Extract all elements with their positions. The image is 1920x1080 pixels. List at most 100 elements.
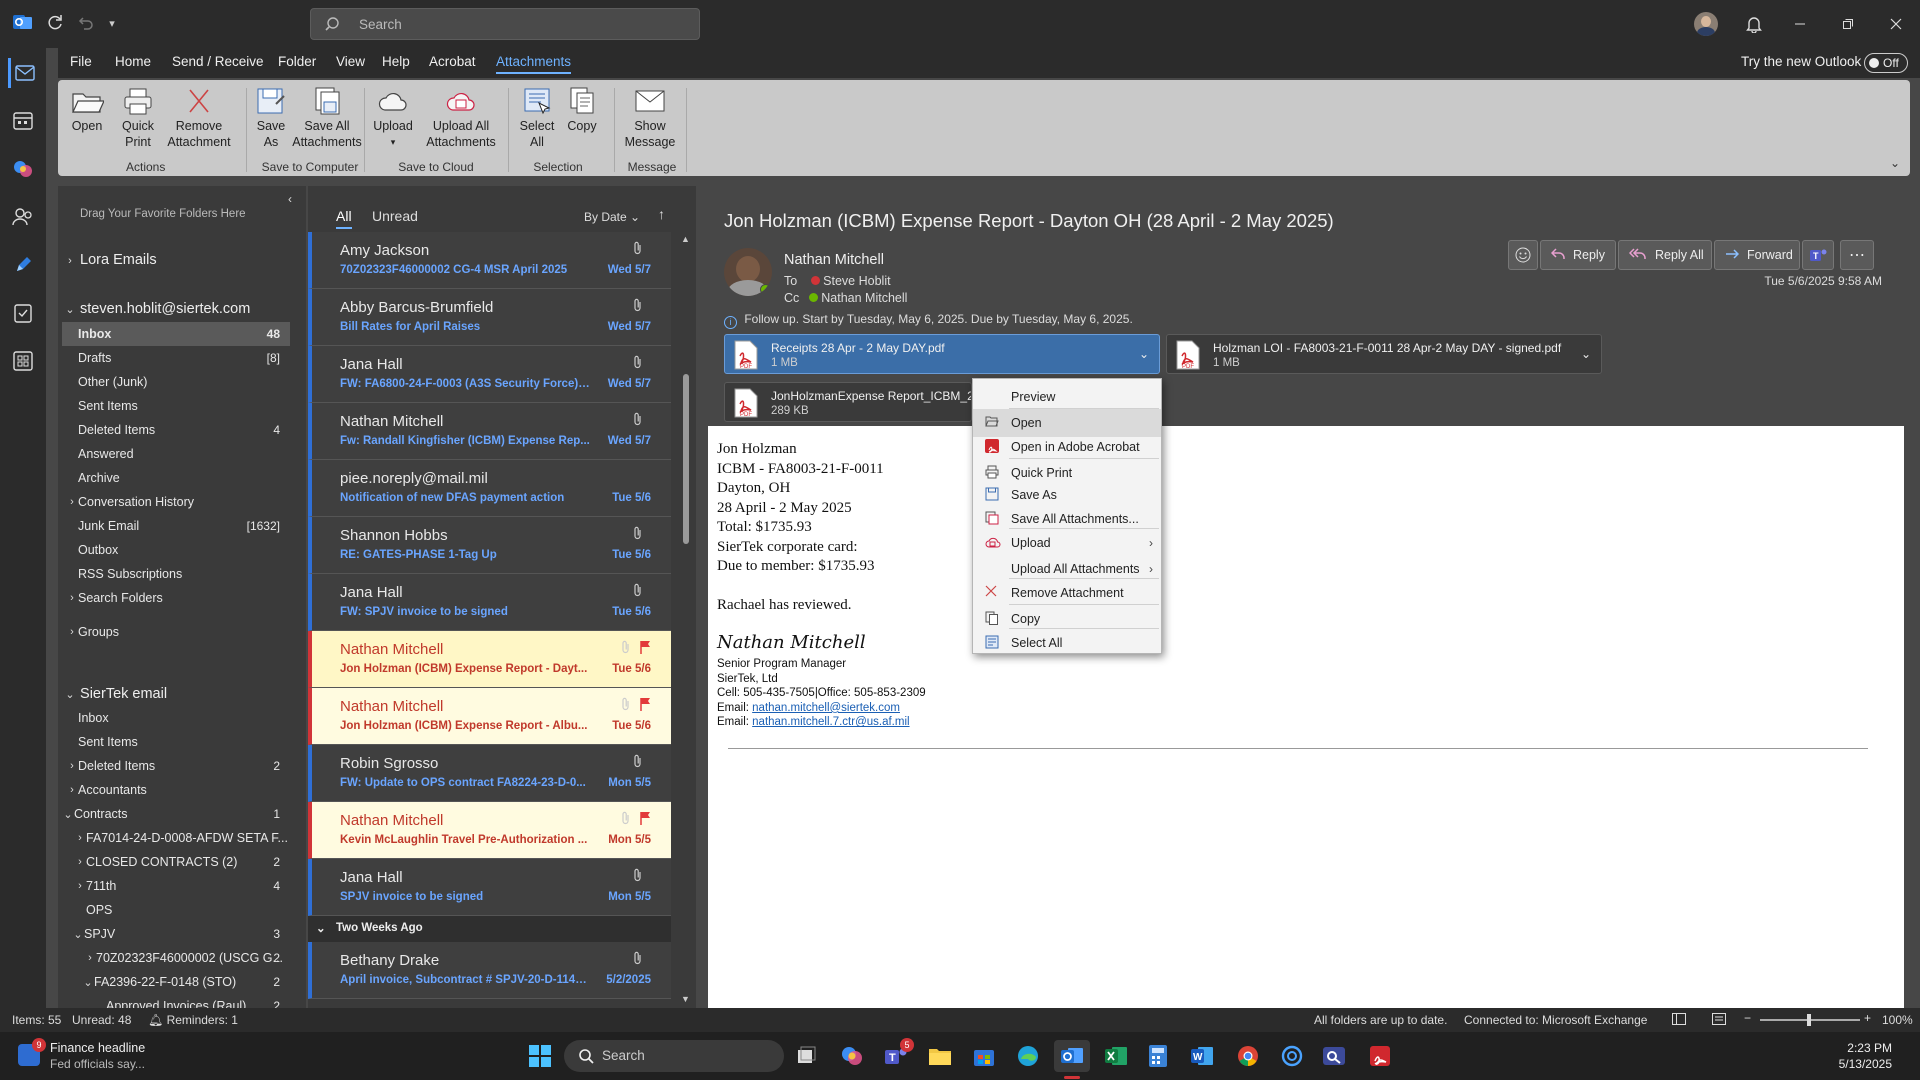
bell-icon[interactable] <box>1742 12 1766 36</box>
folder-fa2396[interactable]: ⌄ FA2396-22-F-0148 (STO) 2 <box>62 970 290 994</box>
message-item[interactable]: Bethany Drake April invoice, Subcontract … <box>308 942 671 999</box>
folder-fa7014[interactable]: › FA7014-24-D-0008-AFDW SETA F... <box>62 826 290 850</box>
status-reminders[interactable]: 🔔︎ Reminders: 1 <box>148 1013 238 1027</box>
zoom-level[interactable]: 100% <box>1882 1013 1913 1027</box>
sender-name[interactable]: Nathan Mitchell <box>784 252 884 268</box>
message-item[interactable]: Abby Barcus-Brumfield Bill Rates for Apri… <box>308 289 671 346</box>
folder-sent[interactable]: Sent Items <box>62 394 290 418</box>
normal-view-icon[interactable] <box>1672 1013 1686 1028</box>
undo-icon[interactable] <box>74 12 96 34</box>
mail-icon[interactable] <box>8 58 38 88</box>
reading-view-icon[interactable] <box>1712 1013 1726 1028</box>
tab-help[interactable]: Help <box>382 54 410 69</box>
sync-icon[interactable] <box>44 12 66 34</box>
zoom-slider[interactable] <box>1760 1014 1860 1026</box>
tab-send-receive[interactable]: Send / Receive <box>172 54 264 69</box>
reply-button[interactable]: Reply <box>1540 240 1616 270</box>
taskbar-search[interactable]: Search <box>564 1040 784 1072</box>
file-explorer-icon[interactable] <box>924 1040 956 1072</box>
folder-contracts[interactable]: ⌄ Contracts 1 <box>62 802 290 826</box>
outlook-taskbar-icon[interactable] <box>1054 1040 1090 1079</box>
forward-button[interactable]: Forward <box>1714 240 1800 270</box>
restore-button[interactable] <box>1832 10 1864 38</box>
folder-archive[interactable]: Archive <box>62 466 290 490</box>
copilot-taskbar-icon[interactable] <box>836 1040 868 1072</box>
section-header[interactable]: ⌄ Two Weeks Ago <box>308 916 671 942</box>
teams-taskbar-icon[interactable]: T 5 <box>880 1038 914 1072</box>
save-all-attachments-button[interactable]: Save All Attachments <box>284 86 370 150</box>
message-item[interactable]: Nathan Mitchell Kevin McLaughlin Travel P… <box>308 802 671 859</box>
folder-approved-invoices[interactable]: Approved Invoices (Raul) 2 <box>62 994 290 1008</box>
word-icon[interactable]: W <box>1186 1040 1218 1072</box>
folder-other-junk[interactable]: Other (Junk) <box>62 370 290 394</box>
folder-answered[interactable]: Answered <box>62 442 290 466</box>
scroll-down-icon[interactable]: ▼ <box>681 994 690 1004</box>
folder-rss[interactable]: RSS Subscriptions <box>62 562 290 586</box>
close-button[interactable] <box>1880 10 1912 38</box>
open-button[interactable]: Open <box>60 86 114 134</box>
people-icon[interactable] <box>8 202 38 232</box>
folder-group-account[interactable]: ⌄ steven.hoblit@siertek.com <box>64 301 250 317</box>
zoom-in-icon[interactable]: + <box>1864 1011 1871 1025</box>
folder-siertek-sent[interactable]: Sent Items <box>62 730 290 754</box>
flag-icon[interactable] <box>639 697 651 716</box>
tasks-icon[interactable] <box>8 298 38 328</box>
folder-conversation-history[interactable]: › Conversation History <box>62 490 290 514</box>
context-menu-item[interactable]: Upload › <box>973 529 1161 557</box>
quick-access-dropdown-icon[interactable]: ▾ <box>104 14 120 32</box>
tab-folder[interactable]: Folder <box>278 54 316 69</box>
store-icon[interactable] <box>968 1040 1000 1072</box>
sort-dropdown[interactable]: By Date ⌄ <box>584 210 640 224</box>
pen-icon[interactable] <box>8 250 38 280</box>
folder-siertek-inbox[interactable]: Inbox <box>62 706 290 730</box>
minimize-button[interactable] <box>1784 10 1816 38</box>
upload-button[interactable]: Upload ▾ <box>366 86 420 150</box>
teams-share-button[interactable]: T <box>1802 240 1834 270</box>
folder-groups[interactable]: › Groups <box>62 620 290 644</box>
more-actions-button[interactable]: ⋯ <box>1840 240 1874 270</box>
attachment-receipts[interactable]: PDF Receipts 28 Apr - 2 May DAY.pdf 1 MB… <box>724 334 1160 374</box>
collapse-pane-icon[interactable]: ‹ <box>288 192 292 206</box>
swirl-app-icon[interactable] <box>1276 1040 1308 1072</box>
scrollbar[interactable]: ▲ ▼ <box>680 234 692 1004</box>
tab-view[interactable]: View <box>336 54 365 69</box>
tab-home[interactable]: Home <box>115 54 151 69</box>
copilot-icon[interactable] <box>8 154 38 184</box>
avatar[interactable] <box>1694 12 1718 36</box>
message-item[interactable]: Amy Jackson 70Z02323F46000002 CG-4 MSR Ap… <box>308 232 671 289</box>
folder-inbox[interactable]: Inbox 48 <box>62 322 290 346</box>
message-item[interactable]: Jana Hall SPJV invoice to be signed Mon 5/… <box>308 859 671 916</box>
attachment-dropdown-icon[interactable]: ⌄ <box>1139 347 1149 361</box>
scroll-up-icon[interactable]: ▲ <box>681 234 690 244</box>
new-outlook-toggle[interactable]: Off <box>1864 53 1908 73</box>
folder-junk[interactable]: Junk Email [1632] <box>62 514 290 538</box>
edge-icon[interactable] <box>1012 1040 1044 1072</box>
email-link[interactable]: nathan.mitchell@siertek.com <box>752 702 900 714</box>
scrollbar-thumb[interactable] <box>683 374 689 544</box>
recipient-name[interactable]: Steve Hoblit <box>823 274 890 288</box>
message-item[interactable]: Shannon Hobbs RE: GATES-PHASE 1-Tag Up Tue… <box>308 517 671 574</box>
tab-file[interactable]: File <box>70 54 92 69</box>
message-item[interactable]: Jana Hall FW: SPJV invoice to be signed Tu… <box>308 574 671 631</box>
reply-all-button[interactable]: Reply All <box>1618 240 1712 270</box>
remove-attachment-button[interactable]: Remove Attachment <box>154 86 244 150</box>
tab-unread[interactable]: Unread <box>372 208 418 224</box>
message-item[interactable]: Nathan Mitchell Fw: Randall Kingfisher (I… <box>308 403 671 460</box>
message-item[interactable]: Jana Hall FW: FA6800-24-F-0003 (A3S Secur… <box>308 346 671 403</box>
task-view-icon[interactable] <box>790 1040 822 1072</box>
attachment-expense-report[interactable]: PDF JonHolzmanExpense Report_ICBM_28A 28… <box>724 382 972 422</box>
context-menu-item[interactable]: Select All <box>973 629 1161 657</box>
emoji-react-button[interactable] <box>1508 240 1538 270</box>
context-menu-item[interactable]: Remove Attachment <box>973 579 1161 607</box>
message-item[interactable]: Nathan Mitchell Jon Holzman (ICBM) Expens… <box>308 688 671 745</box>
flag-icon[interactable] <box>639 811 651 830</box>
tab-acrobat[interactable]: Acrobat <box>429 54 476 69</box>
folder-ops[interactable]: OPS <box>62 898 290 922</box>
show-message-button[interactable]: Show Message <box>618 86 682 150</box>
attachment-dropdown-icon[interactable]: ⌄ <box>1581 347 1591 361</box>
message-item[interactable]: piee.noreply@mail.mil Notification of new… <box>308 460 671 517</box>
clock-time[interactable]: 2:23 PM <box>1847 1041 1892 1055</box>
chrome-icon[interactable] <box>1232 1040 1264 1072</box>
zoom-slider-thumb[interactable] <box>1807 1014 1811 1026</box>
folder-70z[interactable]: › 70Z02323F46000002 (USCG G... 2 <box>62 946 290 970</box>
